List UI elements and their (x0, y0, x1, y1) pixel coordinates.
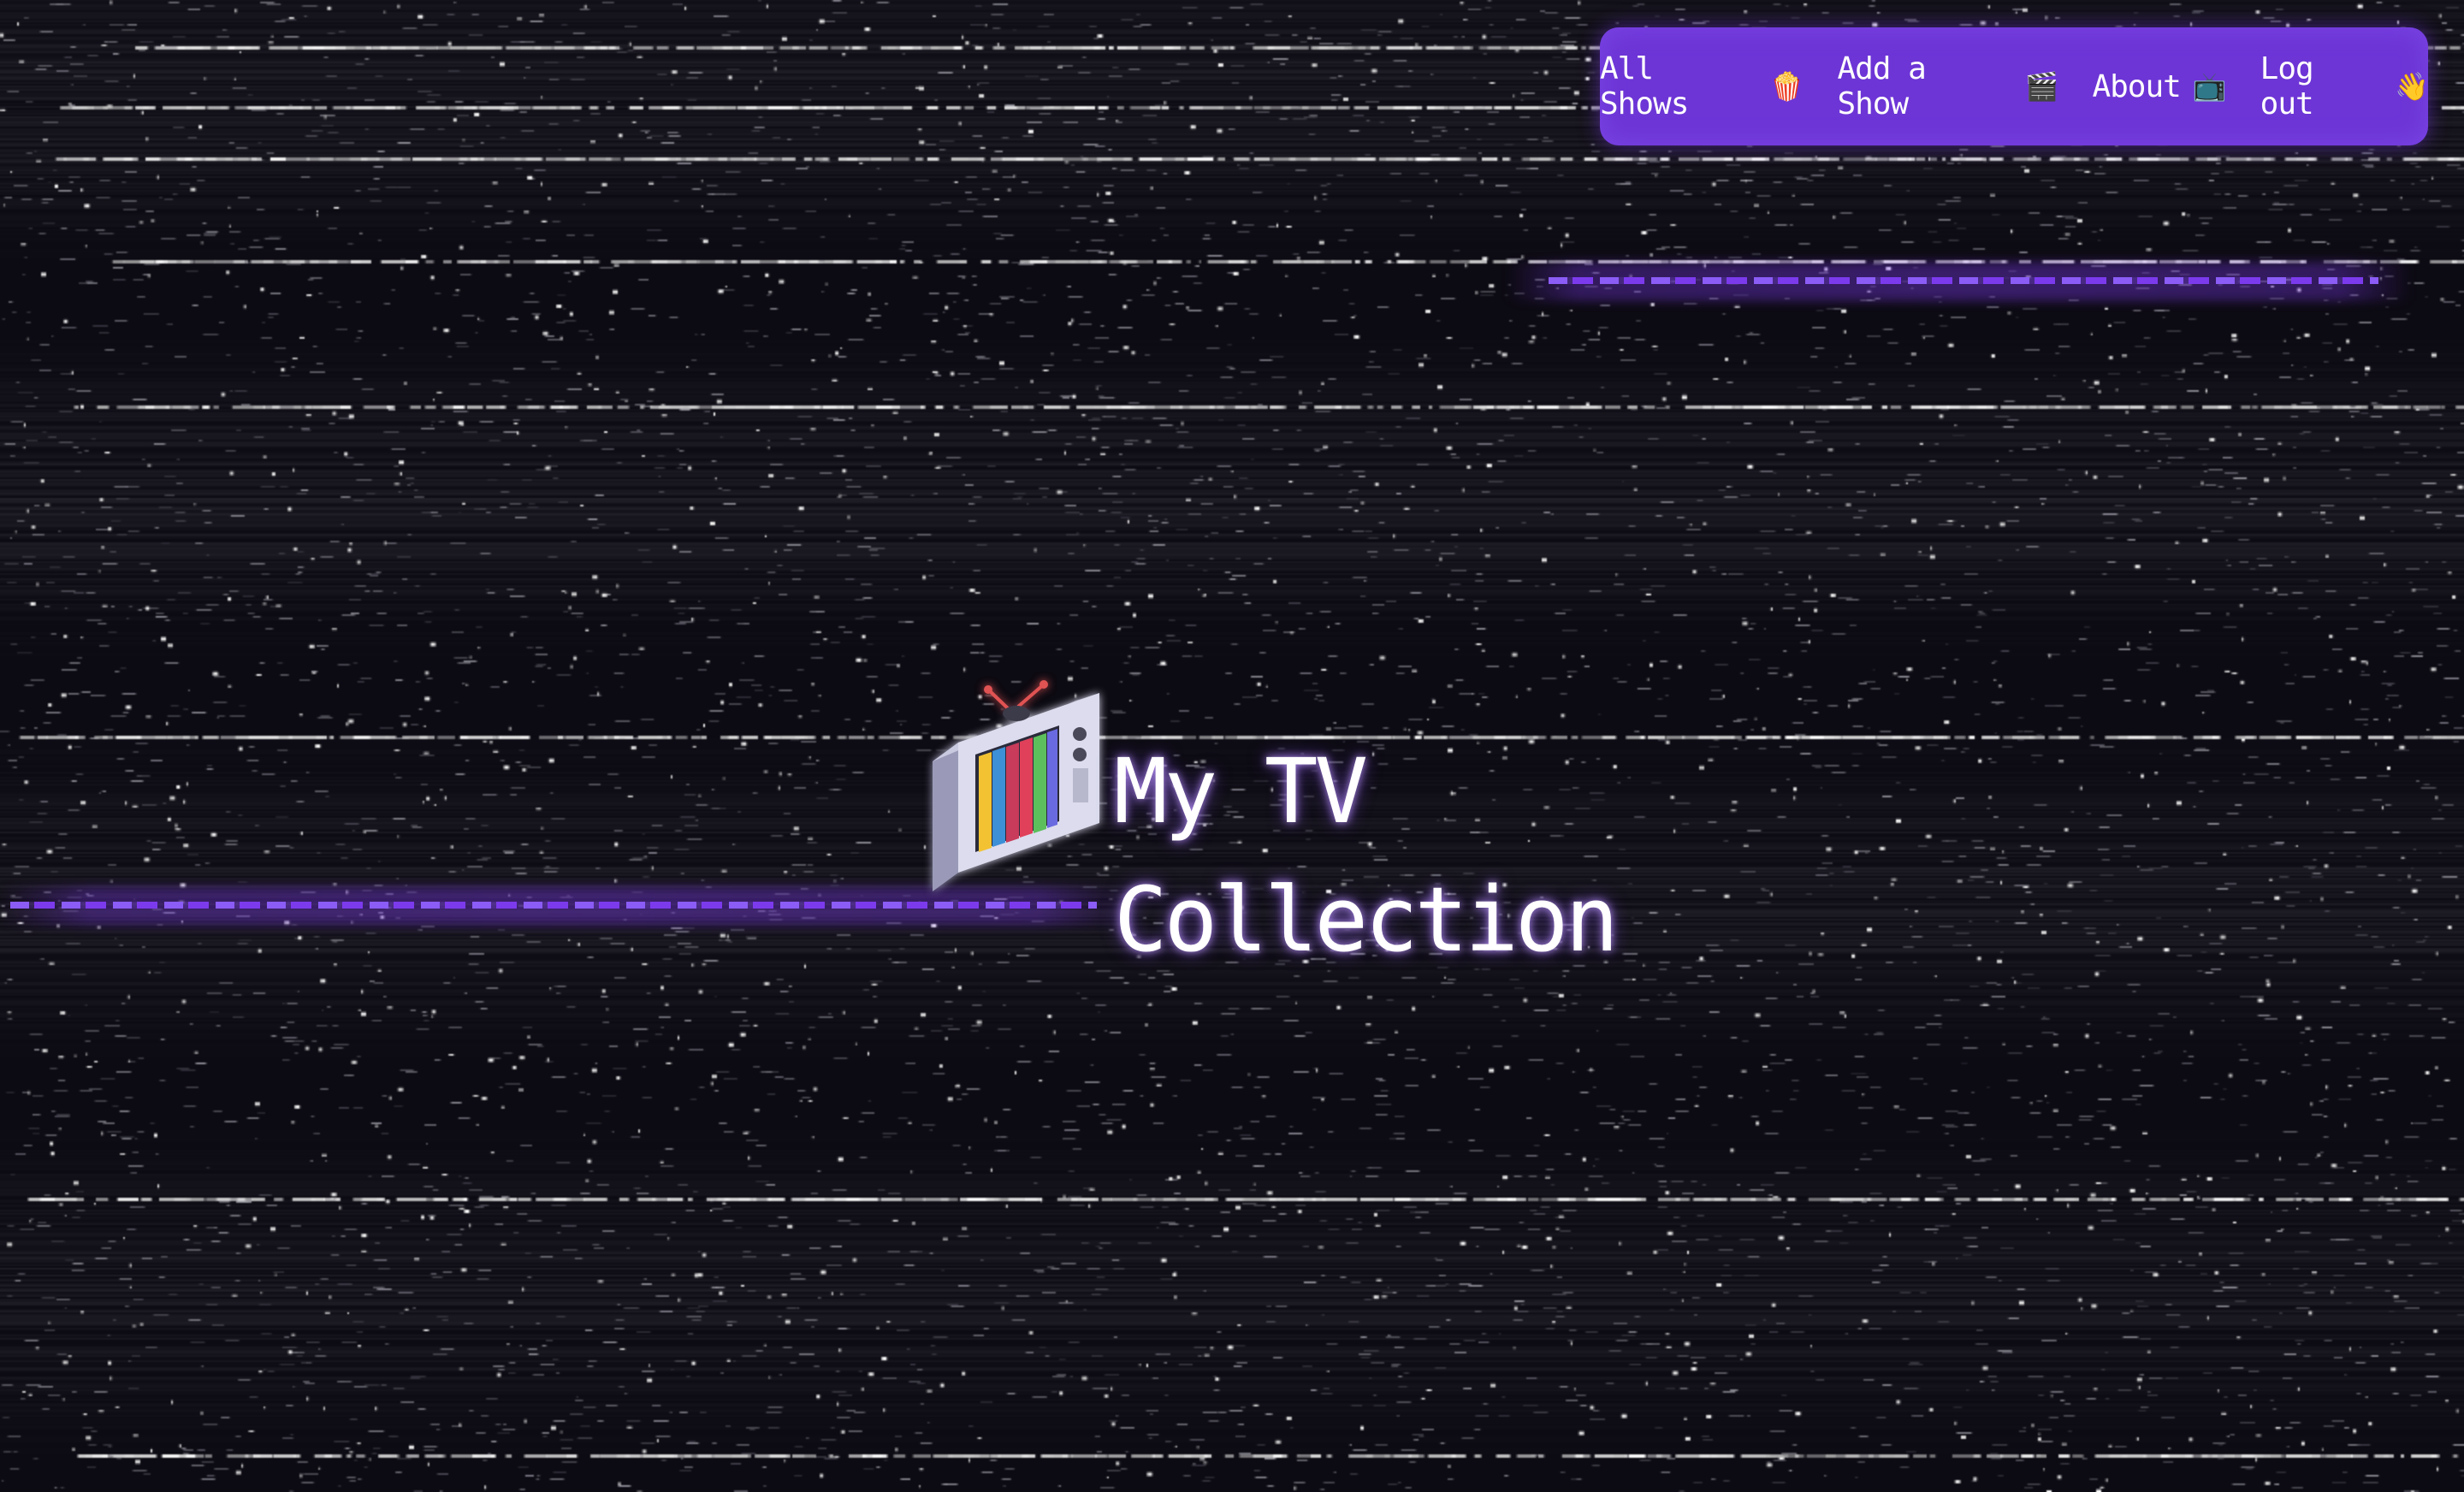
nav-about-label: About (2092, 68, 2181, 104)
main-nav: All Shows 🍿 Add a Show 🎬 About 📺 Log out… (1600, 27, 2429, 145)
nav-log-out[interactable]: Log out 👋 (2260, 51, 2429, 121)
waving-hand-icon: 👋 (2395, 70, 2429, 103)
nav-all-shows-label: All Shows (1600, 51, 1689, 121)
popcorn-icon: 🍿 (1769, 70, 1804, 103)
tv-icon: 📺 (2192, 70, 2227, 103)
nav-add-show[interactable]: Add a Show 🎬 (1837, 51, 2058, 121)
nav-all-shows[interactable]: All Shows 🍿 (1600, 51, 1804, 121)
nav-log-out-label: Log out (2260, 51, 2314, 121)
nav-add-show-label: Add a Show (1837, 51, 1926, 121)
retro-tv-icon (933, 680, 1099, 891)
clapperboard-icon: 🎬 (2024, 70, 2059, 103)
nav-about[interactable]: About 📺 (2092, 68, 2227, 104)
hero: My TV Collection (890, 650, 1619, 975)
page-title: My TV Collection (1114, 739, 1619, 972)
glitch-line-top (1549, 277, 2378, 284)
